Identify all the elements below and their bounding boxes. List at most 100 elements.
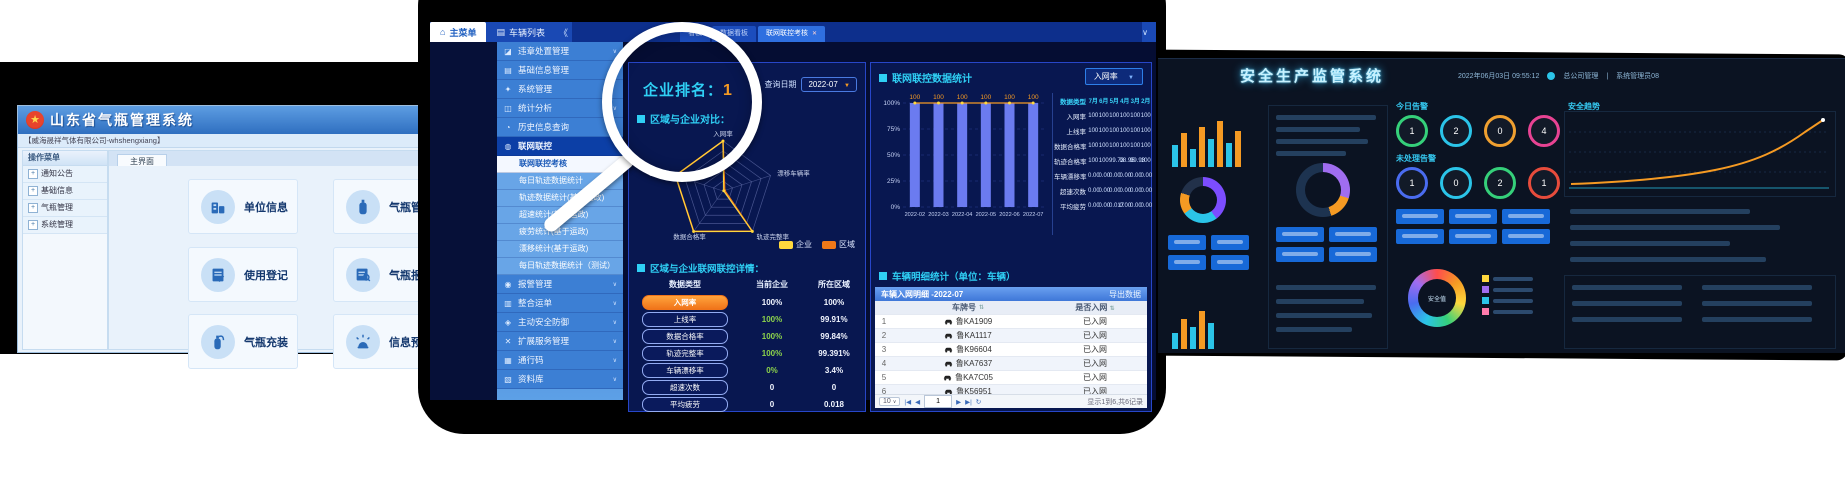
prev-page-button[interactable]: ◀ [915, 398, 920, 406]
expand-plus-icon[interactable]: + [28, 186, 38, 196]
sidebar-item-历史信息查询[interactable]: ◔历史信息查询∨ [497, 118, 623, 137]
sidebar-item-报警管理[interactable]: ◉报警管理∨ [497, 275, 623, 294]
expand-plus-icon[interactable]: + [28, 169, 38, 179]
ring-gauge: 4 [1528, 115, 1560, 147]
metric-pill-数据合格率[interactable]: 数据合格率 [642, 329, 728, 344]
home-menu-tab[interactable]: ⌂ 主菜单 [430, 22, 486, 42]
refresh-icon[interactable]: ↻ [976, 398, 981, 406]
sidebar-item-联网联控[interactable]: ◍联网联控 [497, 137, 623, 156]
expand-plus-icon[interactable]: + [28, 220, 38, 230]
tab-看板[interactable]: 看板 [680, 26, 710, 42]
page-size-select[interactable]: 10 ∨ [879, 397, 900, 406]
metric-pill-上线率[interactable]: 上线率 [642, 312, 728, 327]
tile-单位信息[interactable]: 单位信息 [188, 179, 298, 234]
chevron-down-icon: ∨ [613, 48, 617, 55]
left-app-content: 主界面 单位信息气瓶管理使用登记气瓶报检气瓶充装信息预警 [108, 150, 445, 350]
sort-icon[interactable]: ⇅ [979, 304, 984, 311]
rank-label: 企业排名： [643, 82, 723, 99]
company-value: 100% [741, 332, 803, 341]
tab-联网联控考核[interactable]: 联网联控考核✕ [758, 26, 825, 42]
radar-legend: 企业区域 [779, 239, 855, 250]
sidebar-subitem-疲劳统计(基于运政)[interactable]: 疲劳统计(基于运政) [497, 224, 623, 241]
history-icon: ◔ [503, 123, 513, 132]
expand-plus-icon[interactable]: + [28, 203, 38, 213]
sidebar-item-0[interactable]: +通知公告 [23, 166, 107, 183]
sort-icon[interactable]: ⇅ [1110, 306, 1115, 312]
legend-swatch [1482, 275, 1489, 282]
sidebar-item-3[interactable]: +系统管理 [23, 217, 107, 234]
text-row [1570, 257, 1766, 262]
legend-swatch [779, 241, 793, 249]
sidebar-item-违章处置管理[interactable]: ◪违章处置管理∨ [497, 42, 623, 61]
vehicle-list-tab[interactable]: ▤ 车辆列表 [486, 22, 555, 42]
plate-col-header[interactable]: 车牌号 ⇅ [893, 302, 1043, 313]
alarm-pill-buttons[interactable] [1396, 209, 1550, 244]
legend-swatch [1482, 308, 1489, 315]
page-number-input[interactable] [924, 395, 952, 408]
metric-pill-平均疲劳[interactable]: 平均疲劳 [642, 397, 728, 412]
table-row: 1鲁KA1909已入网 [875, 314, 1147, 328]
sidebar-subitem-漂移统计(基于运政)[interactable]: 漂移统计(基于运政) [497, 241, 623, 258]
sidebar-item-基础信息管理[interactable]: ▤基础信息管理∨ [497, 61, 623, 80]
query-date-select[interactable]: 2022-07 ▼ [801, 77, 857, 92]
sidebar-subitem-超速统计(基于运政)[interactable]: 超速统计(基于运政) [497, 207, 623, 224]
stats-value: 100 [1141, 113, 1152, 119]
stats-value: 0.00 [1130, 188, 1141, 194]
sidebar-item-2[interactable]: +气瓶管理 [23, 200, 107, 217]
mid-pill-buttons[interactable] [1276, 227, 1377, 262]
sidebar-subitem-联网联控考核[interactable]: 联网联控考核 [497, 156, 623, 173]
metric-pill-车辆漂移率[interactable]: 车辆漂移率 [642, 363, 728, 378]
sidebar-item-统计分析[interactable]: ◫统计分析∨ [497, 99, 623, 118]
chevron-down-icon[interactable]: ∨ [1142, 28, 1148, 37]
row-index: 2 [875, 331, 893, 340]
sidebar-item-整合运单[interactable]: ▥整合运单∨ [497, 294, 623, 313]
sidebar-item-主动安全防御[interactable]: ◈主动安全防御∨ [497, 313, 623, 332]
stats-value: 100 [1120, 143, 1131, 149]
stats-row-label: 入网率 [1054, 111, 1088, 121]
close-icon[interactable]: ✕ [812, 31, 817, 37]
tab-label: 看板 [688, 30, 702, 37]
sidebar-item-label: 历史信息查询 [518, 121, 569, 133]
vehicle-table-title: 车辆入网明细 -2022-07 [881, 289, 963, 300]
tile-气瓶充装[interactable]: 气瓶充装 [188, 314, 298, 369]
svg-text:100: 100 [909, 94, 920, 101]
first-page-button[interactable]: |◀ [904, 398, 911, 406]
app-title: 山东省气瓶管理系统 [50, 110, 194, 130]
detail-row-数据合格率: 数据合格率100%99.84% [629, 329, 865, 344]
sidebar-subitem-轨迹数据统计(基于运政)[interactable]: 轨迹数据统计(基于运政) [497, 190, 623, 207]
metric-pill-轨迹完整率[interactable]: 轨迹完整率 [642, 346, 728, 361]
tab-label: 数据看板 [720, 30, 748, 37]
sidebar-item-系统管理[interactable]: ✦系统管理 [497, 80, 623, 99]
stats-value: 100 [1130, 128, 1141, 134]
plate-number: 鲁KA7637 [893, 358, 1043, 369]
stats-value: 0.00 [1109, 188, 1120, 194]
stats-value: 0.00 [1109, 173, 1120, 179]
metric-pill-超速次数[interactable]: 超速次数 [642, 380, 728, 395]
status-col-header[interactable]: 是否入网 ⇅ [1043, 302, 1147, 313]
ring-gauge: 1 [1396, 115, 1428, 147]
tile-使用登记[interactable]: 使用登记 [188, 247, 298, 302]
user-label[interactable]: 总公司管理 [1563, 71, 1598, 81]
sidebar-item-通行码[interactable]: ▦通行码∨ [497, 351, 623, 370]
mini-pill-buttons[interactable] [1168, 235, 1249, 270]
role-label[interactable]: 系统管理员08 [1616, 71, 1659, 81]
next-page-button[interactable]: ▶ [956, 398, 961, 406]
waybill-icon: ▥ [503, 299, 513, 308]
table-row: 3鲁K96604已入网 [875, 342, 1147, 356]
metric-pill-入网率[interactable]: 入网率 [642, 295, 728, 310]
metric-dropdown[interactable]: 入网率 ▼ [1085, 68, 1143, 85]
legend-text [1493, 310, 1533, 314]
sidebar-item-资料库[interactable]: ▧资料库∨ [497, 370, 623, 389]
stats-value: 100 [1088, 113, 1099, 119]
tab-数据看板[interactable]: 数据看板 [712, 26, 756, 42]
sidebar-subitem-每日轨迹数据统计（测试）[interactable]: 每日轨迹数据统计（测试） [497, 258, 623, 275]
svg-text:数据合格率: 数据合格率 [673, 232, 706, 241]
stats-value: 0.00 [1099, 173, 1110, 179]
sidebar-subitem-每日轨迹数据统计[interactable]: 每日轨迹数据统计 [497, 173, 623, 190]
export-data-button[interactable]: 导出数据 [1109, 289, 1141, 300]
sidebar-item-扩展服务管理[interactable]: ✕扩展服务管理∨ [497, 332, 623, 351]
stats-value: 100 [1099, 158, 1110, 164]
sidebar-item-1[interactable]: +基础信息 [23, 183, 107, 200]
last-page-button[interactable]: ▶| [965, 398, 972, 406]
sidebar-collapse-icon[interactable]: 《 [559, 26, 568, 39]
